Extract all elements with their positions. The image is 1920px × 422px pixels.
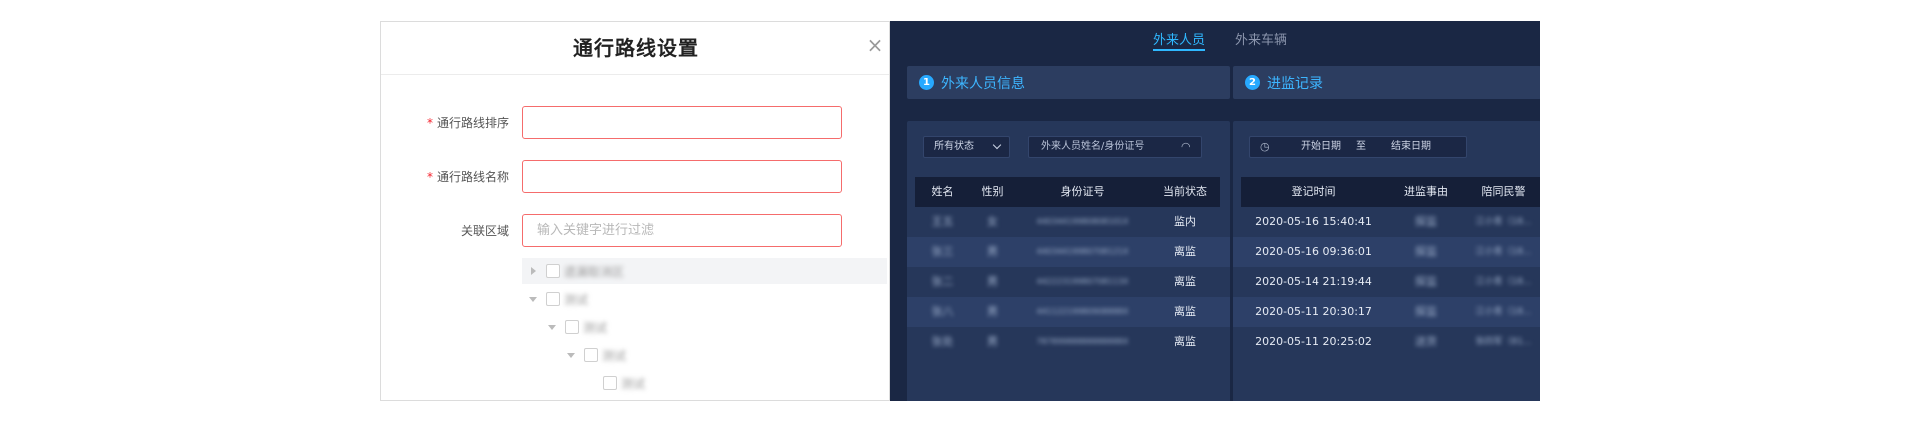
- cell-gender: 男: [987, 275, 998, 288]
- cell-id: 44112219980908888X: [1036, 307, 1129, 316]
- cell-reason: 探监: [1415, 305, 1437, 318]
- cell-officer: 江小青（18...: [1475, 217, 1532, 227]
- date-range-separator: 至: [1356, 141, 1366, 152]
- caret-down-icon[interactable]: [529, 297, 537, 302]
- tree-checkbox[interactable]: [546, 264, 560, 278]
- dialog-title: 通行路线设置: [573, 36, 699, 60]
- section-title: 外来人员信息: [941, 76, 1025, 92]
- col-name: 姓名: [931, 185, 954, 198]
- tree-node-label: 测试: [602, 349, 627, 363]
- cell-time: 2020-05-11 20:30:17: [1255, 305, 1372, 318]
- col-entry-reason: 进监事由: [1404, 185, 1448, 198]
- tree-checkbox[interactable]: [546, 292, 560, 306]
- cell-name: 张处: [931, 335, 954, 348]
- visitor-dashboard: 外来人员 外来车辆 1 外来人员信息 2 进监记录 所有状态 外来人员姓名/身份…: [890, 21, 1540, 401]
- tree-node[interactable]: 测试: [522, 286, 887, 312]
- dialog-divider: [381, 74, 889, 75]
- cell-status: 离监: [1174, 275, 1196, 288]
- search-placeholder: 外来人员姓名/身份证号: [1041, 141, 1145, 152]
- tree-node[interactable]: 测试: [522, 342, 887, 368]
- col-register-time: 登记时间: [1291, 185, 1336, 198]
- cell-time: 2020-05-16 09:36:01: [1255, 245, 1372, 258]
- status-select-value: 所有状态: [934, 141, 974, 152]
- section-title: 进监记录: [1267, 76, 1323, 92]
- tree-node[interactable]: 测试: [522, 370, 887, 396]
- cell-status: 监内: [1174, 215, 1196, 228]
- cell-status: 离监: [1174, 305, 1196, 318]
- cell-name: 张三: [931, 245, 954, 258]
- caret-down-icon[interactable]: [548, 325, 556, 330]
- close-icon[interactable]: ×: [866, 35, 884, 55]
- area-filter-input[interactable]: [522, 214, 842, 247]
- cell-status: 离监: [1174, 245, 1196, 258]
- section-number-badge: 2: [1245, 75, 1260, 90]
- cell-reason: 探监: [1415, 215, 1437, 228]
- end-date-input[interactable]: 结束日期: [1391, 137, 1431, 157]
- tree-node-label: 测试: [583, 321, 608, 335]
- tree-node-label: 遗漏取消区: [564, 265, 625, 279]
- chevron-down-icon: [992, 140, 1002, 150]
- cell-time: 2020-05-16 15:40:41: [1255, 215, 1372, 228]
- visitor-search-input[interactable]: 外来人员姓名/身份证号 ◠: [1028, 136, 1202, 158]
- tree-checkbox[interactable]: [584, 348, 598, 362]
- cell-gender: 男: [987, 305, 998, 318]
- caret-right-icon[interactable]: [531, 267, 536, 275]
- tree-checkbox[interactable]: [565, 320, 579, 334]
- cell-name: 张二: [931, 275, 954, 288]
- cell-reason: 送货: [1415, 335, 1437, 348]
- tree-node-label: 测试: [621, 377, 646, 391]
- tree-node[interactable]: 测试: [522, 314, 887, 340]
- cell-time: 2020-05-14 21:19:44: [1255, 275, 1372, 288]
- route-settings-dialog: 通行路线设置 × *通行路线排序 *通行路线名称 关联区域 遗漏取消区 测试 测…: [380, 21, 890, 401]
- col-gender: 性别: [981, 185, 1004, 198]
- col-status: 当前状态: [1163, 185, 1207, 198]
- cell-status: 离监: [1174, 335, 1196, 348]
- route-name-input[interactable]: [522, 160, 842, 193]
- cell-officer: 江小青（18...: [1475, 277, 1532, 287]
- status-select[interactable]: 所有状态: [923, 136, 1010, 158]
- cell-gender: 男: [987, 335, 998, 348]
- cell-id: 44222319980708113X: [1036, 277, 1129, 286]
- cell-reason: 探监: [1415, 245, 1437, 258]
- date-range-picker[interactable]: ◷ 开始日期 至 结束日期: [1249, 136, 1467, 158]
- route-order-input[interactable]: [522, 106, 842, 139]
- cell-name: 张八: [931, 305, 954, 318]
- section-number-badge: 1: [919, 75, 934, 90]
- col-id-number: 身份证号: [1060, 185, 1105, 198]
- related-area-label: 关联区域: [460, 224, 509, 238]
- start-date-input[interactable]: 开始日期: [1301, 137, 1341, 157]
- tree-node[interactable]: 遗漏取消区: [522, 258, 887, 284]
- route-order-label: * 通行路线排序: [426, 116, 509, 130]
- clock-icon: ◷: [1260, 140, 1270, 153]
- cell-id: 44034419980708121X: [1036, 247, 1129, 256]
- entry-record-header: 2 进监记录: [1233, 66, 1540, 99]
- tree-node-label: 测试: [564, 293, 589, 307]
- cell-officer: 张四军（81...: [1475, 337, 1532, 347]
- route-name-label: * 通行路线名称: [426, 170, 509, 184]
- cell-reason: 探监: [1415, 275, 1437, 288]
- cell-gender: 男: [987, 245, 998, 258]
- required-mark: *: [426, 116, 433, 130]
- visitor-info-header: 1 外来人员信息: [907, 66, 1230, 99]
- search-icon[interactable]: ◠: [1181, 137, 1191, 157]
- cell-gender: 女: [987, 215, 998, 228]
- record-table-header: 登记时间 进监事由 陪同民警: [1241, 177, 1540, 207]
- visitor-table-header: 姓名 性别 身份证号 当前状态: [915, 177, 1220, 207]
- cell-officer: 江小青（18...: [1475, 247, 1532, 257]
- required-mark: *: [426, 170, 433, 184]
- cell-name: 王五: [931, 215, 954, 228]
- col-escort-officer: 陪同民警: [1481, 185, 1526, 198]
- cell-id: 78789988888888888X: [1036, 337, 1129, 346]
- caret-down-icon[interactable]: [567, 353, 575, 358]
- cell-time: 2020-05-11 20:25:02: [1255, 335, 1372, 348]
- tab-vehicles[interactable]: 外来车辆: [1235, 29, 1287, 48]
- active-tab-indicator: [1153, 49, 1205, 51]
- tree-checkbox[interactable]: [603, 376, 617, 390]
- cell-id: 44034419980808101X: [1036, 217, 1129, 226]
- tab-visitors[interactable]: 外来人员: [1153, 29, 1205, 48]
- cell-officer: 江小青（18...: [1475, 307, 1532, 317]
